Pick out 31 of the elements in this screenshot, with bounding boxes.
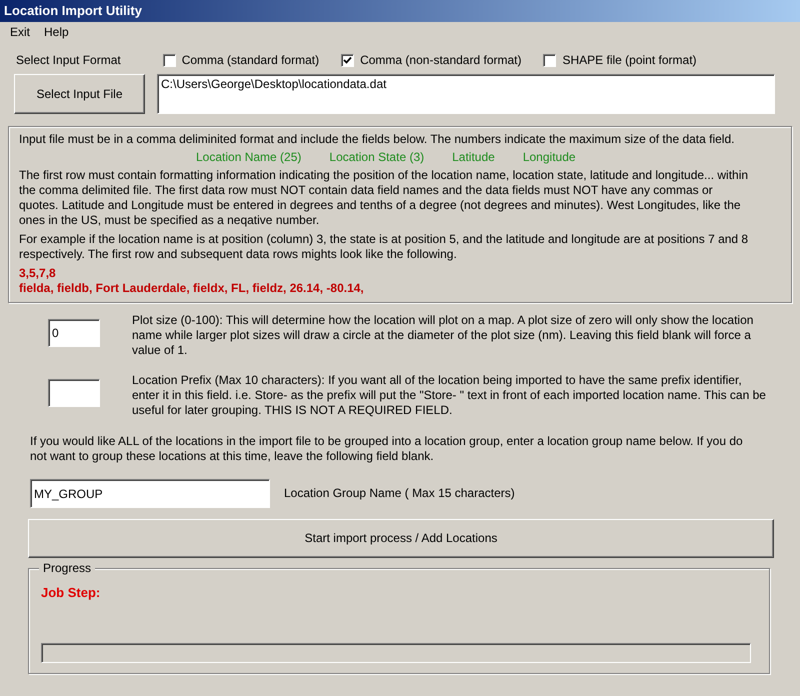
checkbox-label: Comma (standard format) [182,52,320,68]
plot-size-description: Plot size (0-100): This will determine how the location will plot on a map. A plot size of zero will only show the location name while larger plot sizes will draw a circle at the diameter of the plot size (nm). Leaving this field blank will force a value of 1. [132,313,754,358]
plot-size-field[interactable]: 0 [48,319,100,347]
menu-item[interactable]: Exit [6,25,34,42]
location-group-name-field[interactable]: MY_GROUP [30,479,270,508]
field-name: Location Name (25) [196,150,302,165]
instructions-text: For example if the location name is at position (column) 3, the state is at position 5, and the latitude and longitude are at positions 7 and 8 respectively. The first row and subsequent data rows mights look like the following. [19,232,750,262]
menu-item[interactable]: Help [40,25,73,42]
instructions-text: The first row must contain formatting information indicating the position of the location name, location state, latitude and longitude... within the comma delimited file. The first data row must NOT contain data field names and the data fields must NOT have any commas or quotes. Latitude and Longitude must be entered in degrees and tenths of a degree (not degrees and minutes). West Longitudes, like the ones in the US, must be specified as a neqative number. [19,168,750,228]
field-name: Longitude [522,150,576,165]
field-name: Location State (3) [329,150,424,165]
group-instructions-text: If you would like ALL of the locations in the import file to be grouped into a location group, enter a location group name below. If you do not want to group these locations at this time, leave the following field blank. [29,433,744,464]
title-bar: Location Import Utility [0,0,800,22]
checkbox[interactable] [162,54,176,66]
instructions-text: Input file must be in a comma deliminited format and include the fields below. The numbers indicate the maximum size of the data field. [19,132,736,147]
file-path-field[interactable]: C:\Users\George\Desktop\locationdata.dat [157,74,775,114]
checkbox-label: Comma (non-standard format) [360,52,522,68]
location-prefix-field[interactable] [48,379,100,407]
checkbox[interactable] [543,54,556,66]
example-line: 3,5,7,8 [19,266,57,281]
field-name: Latitude [452,150,495,165]
checkbox[interactable] [341,54,354,66]
location-prefix-description: Location Prefix (Max 10 characters): If you want all of the location being imported to have the same prefix identifier, enter it in this field. i.e. Store- as the prefix will put the "Store- " text in front of each imported location name. This can be useful for later grouping. THIS IS NOT A REQUIRED FIELD. [132,373,767,418]
input-format-label: Select Input Format [16,52,121,68]
job-step-label: Job Step: [41,585,102,600]
progress-title: Progress [39,561,96,576]
select-input-file-button[interactable]: Select Input File [14,74,145,114]
start-import-button[interactable]: Start import process / Add Locations [28,519,774,558]
checkbox-label: SHAPE file (point format) [562,52,697,68]
example-line: fielda, fieldb, Fort Lauderdale, fieldx, FL, fieldz, 26.14, -80.14, [19,281,365,296]
location-group-name-label: Location Group Name ( Max 15 characters) [284,486,515,501]
